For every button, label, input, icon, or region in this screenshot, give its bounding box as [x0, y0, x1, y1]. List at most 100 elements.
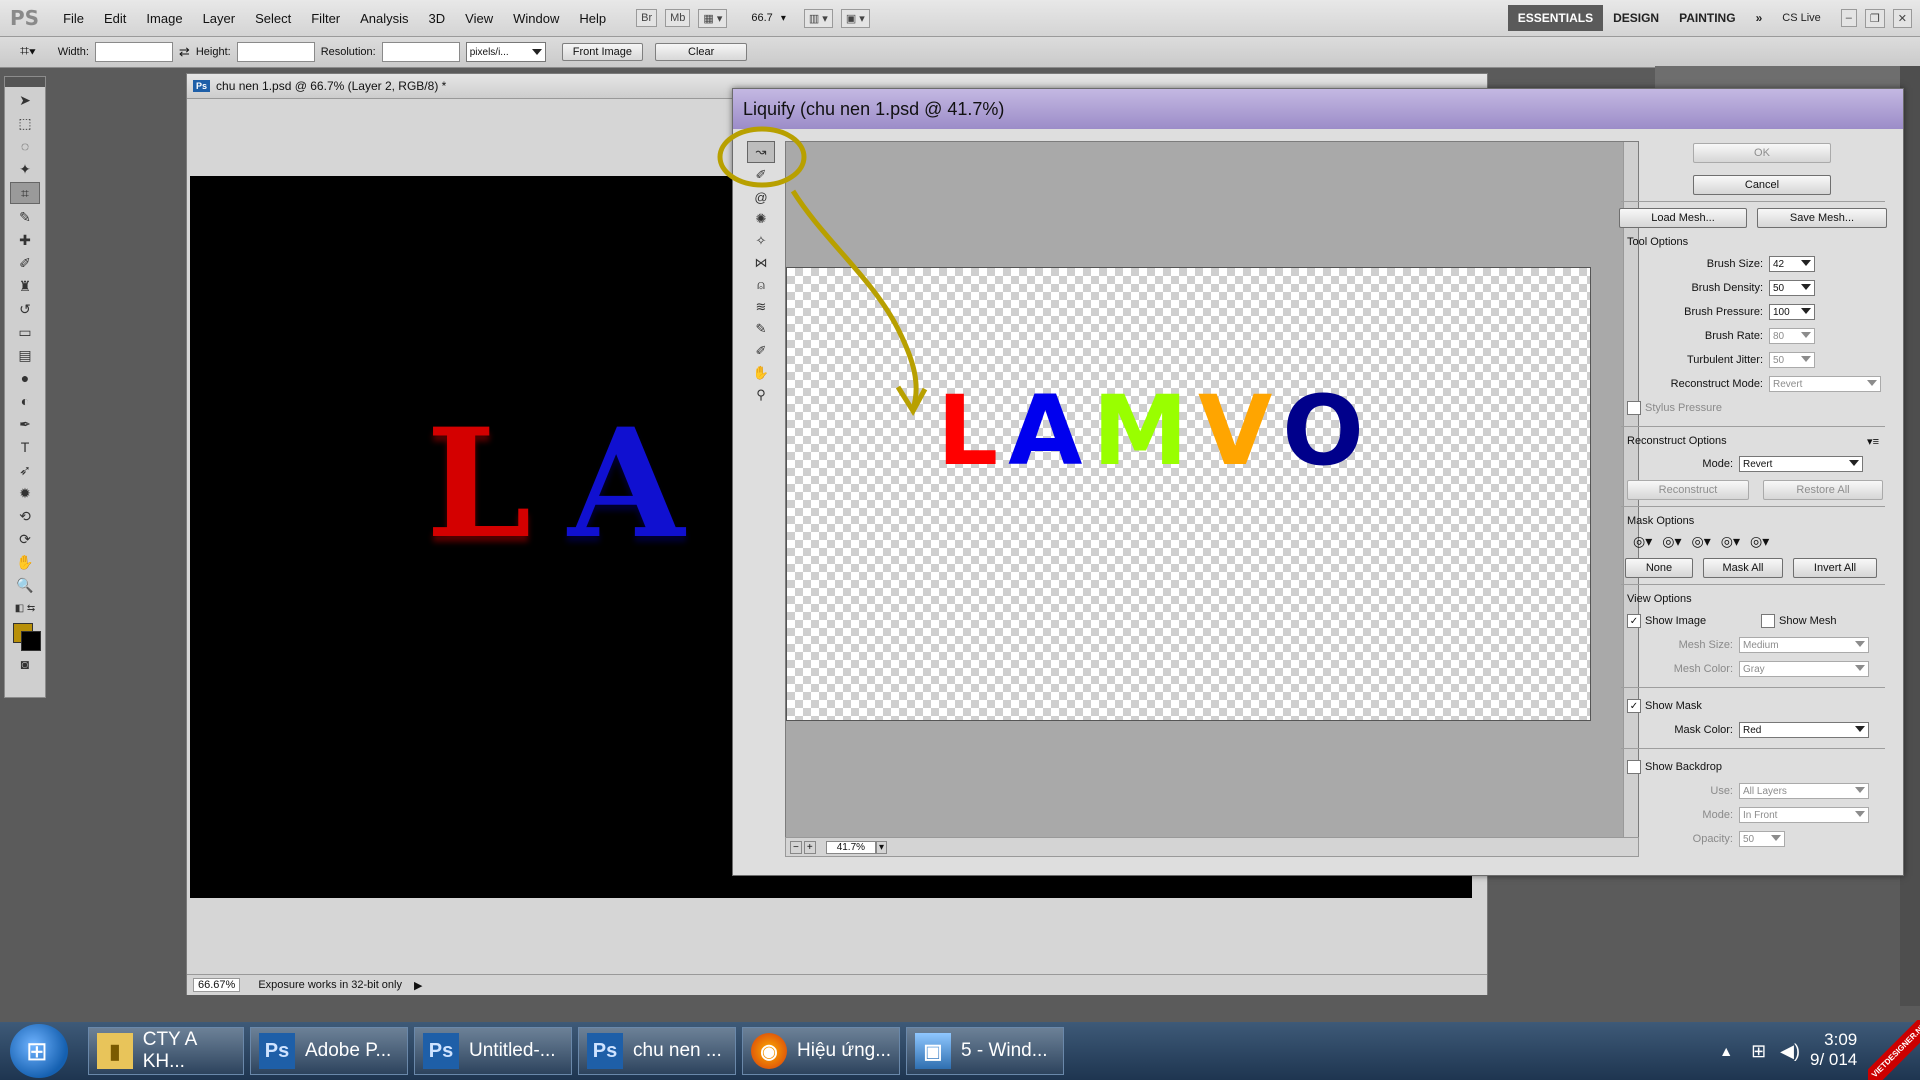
screen-mode-button[interactable]: ▣ ▾ [840, 8, 870, 28]
invert-all-button[interactable]: Invert All [1793, 558, 1877, 578]
task-chu-nen[interactable]: Ps chu nen ... [578, 1027, 736, 1075]
ok-button[interactable]: OK [1693, 143, 1831, 163]
task-firefox[interactable]: ◉ Hiệu ứng... [742, 1027, 900, 1075]
menu-analysis[interactable]: Analysis [350, 11, 418, 26]
reconstruct-mode-select[interactable]: Revert [1769, 376, 1881, 392]
zoom-dropdown-icon[interactable]: ▾ [876, 840, 888, 854]
chevron-down-icon[interactable] [1801, 356, 1811, 362]
network-icon[interactable]: ⊞ [1751, 1041, 1766, 1062]
mask-replace-icon[interactable]: ◎▾ [1633, 533, 1652, 550]
show-backdrop-checkbox[interactable] [1627, 760, 1641, 774]
brush-pressure-input[interactable]: 100 [1769, 304, 1815, 320]
pen-tool-icon[interactable]: ✒ [11, 414, 39, 434]
stylus-pressure-checkbox[interactable] [1627, 401, 1641, 415]
task-folder[interactable]: ▮ CTY A KH... [88, 1027, 244, 1075]
chevron-down-icon[interactable] [1801, 332, 1811, 338]
menu-help[interactable]: Help [569, 11, 616, 26]
document-zoom[interactable]: 66.67% [193, 978, 241, 992]
workspace-more[interactable]: » [1746, 11, 1773, 25]
show-mask-checkbox[interactable]: ✓ [1627, 699, 1641, 713]
cs-live-button[interactable]: CS Live [1772, 12, 1831, 24]
history-brush-tool-icon[interactable]: ↺ [11, 299, 39, 319]
blur-tool-icon[interactable]: ● [11, 368, 39, 388]
preview-zoom-value[interactable]: 41.7% [825, 840, 877, 854]
eraser-tool-icon[interactable]: ▭ [11, 322, 39, 342]
mask-subtract-icon[interactable]: ◎▾ [1692, 533, 1711, 550]
mask-invert-icon[interactable]: ◎▾ [1750, 533, 1769, 550]
marquee-tool-icon[interactable]: ⬚ [11, 113, 39, 133]
menu-3d[interactable]: 3D [419, 11, 456, 26]
system-clock[interactable]: 3:09 9/ 014 [1810, 1030, 1857, 1070]
zoom-out-icon[interactable]: − [790, 840, 802, 854]
brush-rate-input[interactable]: 80 [1769, 328, 1815, 344]
resolution-input[interactable] [381, 42, 460, 62]
menu-image[interactable]: Image [136, 11, 192, 26]
menu-filter[interactable]: Filter [301, 11, 350, 26]
volume-icon[interactable]: ◀) [1780, 1041, 1800, 1062]
zoom-level[interactable]: 66.7 [751, 12, 772, 24]
menu-file[interactable]: File [53, 11, 94, 26]
bridge-button[interactable]: Br [636, 9, 658, 27]
background-color-swatch[interactable] [21, 631, 41, 651]
brush-size-input[interactable]: 42 [1769, 256, 1815, 272]
turbulent-jitter-input[interactable]: 50 [1769, 352, 1815, 368]
show-mesh-checkbox[interactable] [1761, 614, 1775, 628]
task-untitled[interactable]: Ps Untitled-... [414, 1027, 572, 1075]
clear-button[interactable]: Clear [655, 43, 748, 61]
load-mesh-button[interactable]: Load Mesh... [1619, 208, 1747, 228]
chevron-down-icon[interactable] [1801, 308, 1811, 314]
cancel-button[interactable]: Cancel [1693, 175, 1831, 195]
mode-select[interactable]: Revert [1739, 456, 1863, 472]
resolution-units-select[interactable]: pixels/i... [465, 42, 546, 62]
chevron-down-icon[interactable] [1801, 284, 1811, 290]
menu-layer[interactable]: Layer [193, 11, 246, 26]
view-extras-button[interactable]: ▦ ▾ [698, 8, 728, 28]
crop-tool-icon[interactable]: ⌗▾ [20, 43, 36, 61]
mask-add-icon[interactable]: ◎▾ [1662, 533, 1681, 550]
front-image-button[interactable]: Front Image [561, 43, 644, 61]
save-mesh-button[interactable]: Save Mesh... [1757, 208, 1887, 228]
lasso-tool-icon[interactable]: ◌ [11, 136, 39, 156]
clone-stamp-tool-icon[interactable]: ♜ [11, 276, 39, 296]
toolbox-header[interactable] [5, 77, 45, 87]
default-colors-icon[interactable]: ◧ ⇆ [11, 598, 39, 618]
menu-edit[interactable]: Edit [94, 11, 136, 26]
close-icon[interactable]: ✕ [1892, 8, 1912, 28]
restore-icon[interactable]: ❐ [1864, 8, 1885, 28]
height-input[interactable] [236, 42, 315, 62]
gradient-tool-icon[interactable]: ▤ [11, 345, 39, 365]
menu-select[interactable]: Select [245, 11, 301, 26]
reconstruct-button[interactable]: Reconstruct [1627, 480, 1749, 500]
brush-tool-icon[interactable]: ✐ [11, 253, 39, 273]
arrange-documents-button[interactable]: ▥ ▾ [803, 8, 833, 28]
type-tool-icon[interactable]: T [11, 437, 39, 457]
3d-rotate-tool-icon[interactable]: ⟲ [11, 506, 39, 526]
quick-mask-icon[interactable]: ◙ [11, 654, 39, 674]
swap-icon[interactable]: ⇄ [179, 44, 190, 60]
show-hidden-icons-icon[interactable]: ▲ [1719, 1043, 1733, 1059]
chevron-down-icon[interactable] [1801, 260, 1811, 266]
show-image-checkbox[interactable]: ✓ [1627, 614, 1641, 628]
mesh-size-select[interactable]: Medium [1739, 637, 1869, 653]
document-status-text[interactable]: Exposure works in 32-bit only [258, 979, 402, 991]
brush-density-input[interactable]: 50 [1769, 280, 1815, 296]
workspace-essentials[interactable]: ESSENTIALS [1507, 5, 1604, 31]
mask-none-button[interactable]: None [1625, 558, 1693, 578]
zoom-dropdown-icon[interactable]: ▾ [781, 13, 786, 24]
mini-bridge-button[interactable]: Mb [665, 9, 691, 27]
dodge-tool-icon[interactable]: ◐ [11, 391, 39, 411]
menu-view[interactable]: View [455, 11, 503, 26]
mesh-color-select[interactable]: Gray [1739, 661, 1869, 677]
mask-color-select[interactable]: Red [1739, 722, 1869, 738]
zoom-tool-icon[interactable]: 🔍 [11, 575, 39, 595]
chevron-down-icon[interactable] [1771, 835, 1781, 841]
mask-all-button[interactable]: Mask All [1703, 558, 1783, 578]
width-input[interactable] [94, 42, 173, 62]
workspace-painting[interactable]: PAINTING [1669, 11, 1745, 25]
liquify-preview-area[interactable]: L A M V O [785, 141, 1639, 853]
crop-tool-icon-active[interactable]: ⌗ [10, 182, 40, 204]
zoom-in-icon[interactable]: + [803, 840, 816, 854]
task-adobe-photoshop[interactable]: Ps Adobe P... [250, 1027, 408, 1075]
minimize-icon[interactable]: – [1840, 9, 1857, 27]
3d-orbit-tool-icon[interactable]: ⟳ [11, 529, 39, 549]
